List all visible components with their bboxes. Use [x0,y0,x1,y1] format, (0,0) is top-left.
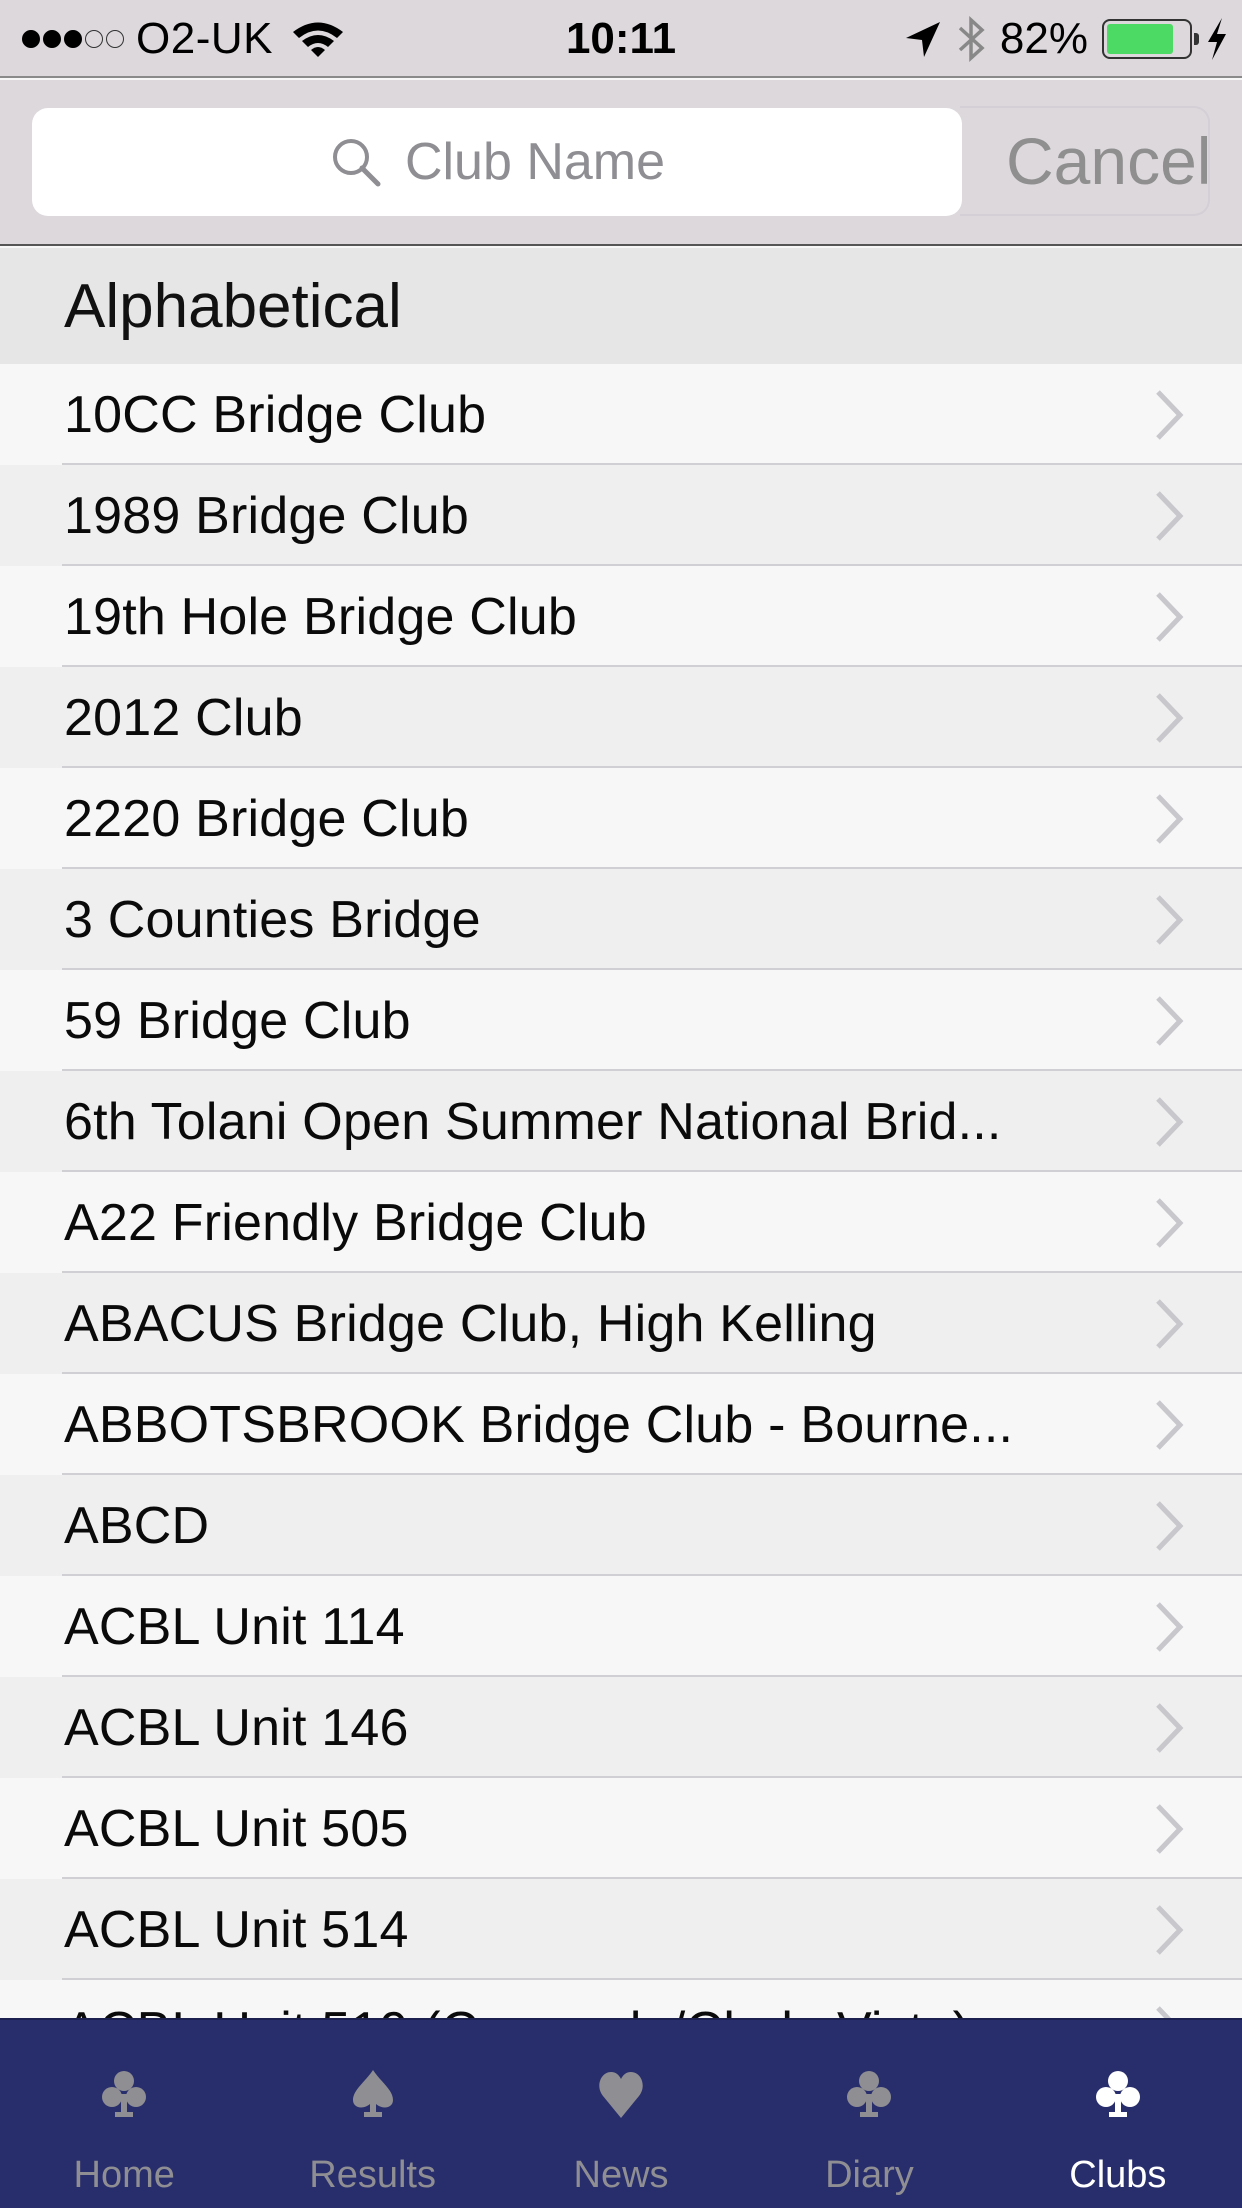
club-list[interactable]: 10CC Bridge Club 1989 Bridge Club 19th Hol… [0,364,1242,2018]
club-list-item[interactable]: ABBOTSBROOK Bridge Club - Bourne... [0,1374,1242,1475]
club-list-item[interactable]: ACBL Unit 146 [0,1677,1242,1778]
club-name: 6th Tolani Open Summer National Brid... [64,1092,1002,1151]
search-icon [332,139,381,187]
club-list-item[interactable]: 2220 Bridge Club [0,768,1242,869]
search-placeholder: Club Name [404,133,666,191]
club-name: ABCD [64,1496,210,1555]
tab-bar: Home Results News Diary Clubs [0,2018,1242,2208]
tab-label: Results [309,2154,436,2196]
chevron-right-icon [1156,1803,1184,1854]
heart-icon [599,2072,643,2118]
cancel-button[interactable]: Cancel [960,106,1210,216]
status-bar: O2-UK 10:11 82% [0,0,1242,78]
bluetooth-icon [958,16,985,62]
chevron-right-icon [1156,591,1184,642]
chevron-right-icon [1156,1702,1184,1753]
club-list-item[interactable]: 10CC Bridge Club [0,364,1242,465]
chevron-right-icon [1156,692,1184,743]
chevron-right-icon [1156,389,1184,440]
club-name: ACBL Unit 514 [64,1900,409,1959]
chevron-right-icon [1156,995,1184,1046]
tab-label: News [573,2154,669,2196]
chevron-right-icon [1156,490,1184,541]
club-name: 10CC Bridge Club [64,385,487,444]
club-list-item[interactable]: ACBL Unit 114 [0,1576,1242,1677]
chevron-right-icon [1156,1601,1184,1652]
club-icon [102,2071,147,2117]
club-list-item[interactable]: ACBL Unit 519 (Coronado/Chula Vista) [0,1980,1242,2018]
club-name: ACBL Unit 505 [64,1799,409,1858]
tab-label: Diary [825,2154,914,2196]
club-list-item[interactable]: 2012 Club [0,667,1242,768]
tab-label: Clubs [1069,2154,1167,2196]
chevron-right-icon [1156,1298,1184,1349]
status-right: 82% [904,12,1228,66]
club-list-item[interactable]: A22 Friendly Bridge Club [0,1172,1242,1273]
section-title: Alphabetical [64,271,402,341]
chevron-right-icon [1156,2005,1172,2018]
location-arrow-icon [905,22,940,57]
club-name: ACBL Unit 146 [64,1698,409,1757]
club-list-item[interactable]: ABCD [0,1475,1242,1576]
tab-diary[interactable]: Diary [745,2020,993,2208]
club-name: A22 Friendly Bridge Club [64,1193,647,1252]
club-name: 2012 Club [64,688,303,747]
club-name: ABBOTSBROOK Bridge Club - Bourne... [64,1395,1014,1454]
club-name: 1989 Bridge Club [64,486,470,545]
club-icon [1095,2071,1140,2117]
club-list-item[interactable]: ABACUS Bridge Club, High Kelling [0,1273,1242,1374]
club-list-item[interactable]: 59 Bridge Club [0,970,1242,1071]
battery-nub [1194,33,1199,45]
club-list-item[interactable]: 1989 Bridge Club [0,465,1242,566]
club-name: 59 Bridge Club [64,991,411,1050]
club-list-item[interactable]: 3 Counties Bridge [0,869,1242,970]
battery-level-fill [1107,24,1173,54]
club-name: ACBL Unit 114 [64,1597,405,1656]
club-list-item[interactable]: 6th Tolani Open Summer National Brid... [0,1071,1242,1172]
club-name: 2220 Bridge Club [64,789,470,848]
club-icon [847,2071,892,2117]
charging-bolt-icon [1208,18,1226,60]
club-list-item[interactable]: ACBL Unit 514 [0,1879,1242,1980]
battery-icon [1102,19,1199,59]
tab-label: Home [73,2154,175,2196]
search-input[interactable]: Club Name [32,108,962,216]
chevron-right-icon [1156,1904,1184,1955]
section-header: Alphabetical [0,248,1242,364]
club-list-item[interactable]: 19th Hole Bridge Club [0,566,1242,667]
battery-percent: 82% [999,14,1088,63]
club-name: ABACUS Bridge Club, High Kelling [64,1294,877,1353]
chevron-right-icon [1156,1096,1184,1147]
chevron-right-icon [1156,1197,1184,1248]
tab-clubs[interactable]: Clubs [994,2020,1242,2208]
club-list-item[interactable]: ACBL Unit 505 [0,1778,1242,1879]
club-name: ACBL Unit 519 (Coronado/Chula Vista) [64,2001,970,2019]
tab-news[interactable]: News [497,2020,745,2208]
chevron-right-icon [1156,793,1184,844]
chevron-right-icon [1156,1500,1184,1551]
chevron-right-icon [1156,1399,1184,1450]
chevron-right-icon [1156,894,1184,945]
tab-home[interactable]: Home [0,2020,248,2208]
tab-results[interactable]: Results [248,2020,496,2208]
search-bar: Club Name Cancel [0,80,1242,246]
spade-icon [352,2070,393,2117]
club-name: 3 Counties Bridge [64,890,481,949]
club-name: 19th Hole Bridge Club [64,587,577,646]
